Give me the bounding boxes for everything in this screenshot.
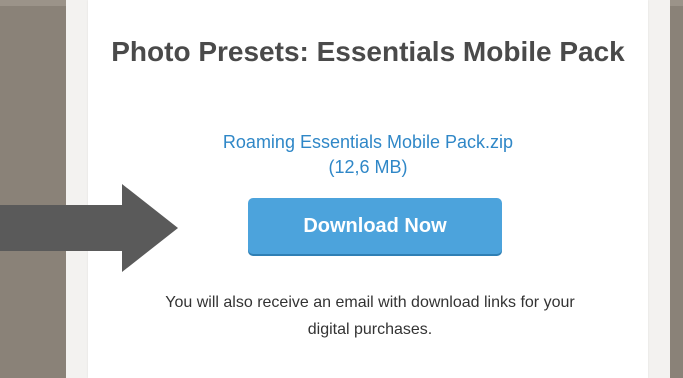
file-size[interactable]: (12,6 MB) xyxy=(88,155,648,180)
download-file-link[interactable]: Roaming Essentials Mobile Pack.zip (12,6… xyxy=(88,130,648,180)
file-name[interactable]: Roaming Essentials Mobile Pack.zip xyxy=(88,130,648,155)
card-margin-right xyxy=(648,0,670,378)
download-now-button[interactable]: Download Now xyxy=(248,198,502,254)
product-title: Photo Presets: Essentials Mobile Pack xyxy=(111,36,625,67)
arrow-right-icon xyxy=(0,184,178,272)
email-notice: You will also receive an email with down… xyxy=(165,294,575,338)
